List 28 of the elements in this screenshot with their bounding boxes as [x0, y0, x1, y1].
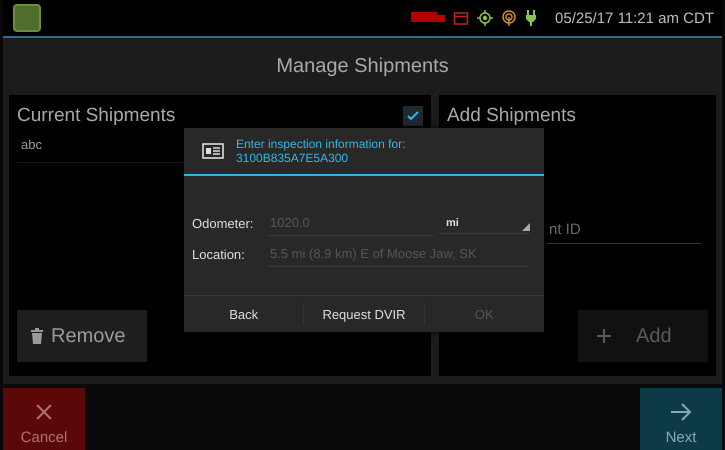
gps-icon: [477, 10, 494, 26]
remove-button[interactable]: Remove: [17, 310, 147, 362]
check-icon: [406, 109, 420, 123]
screen-title: Manage Shipments: [276, 55, 449, 78]
cancel-button[interactable]: Cancel: [3, 388, 85, 450]
dialog-button[interactable]: Back: [184, 303, 304, 325]
arrow-right-icon: [670, 403, 692, 421]
truck-icon: [411, 11, 446, 25]
id-card-icon: [202, 143, 224, 159]
select-all-checkbox[interactable]: [403, 106, 423, 126]
plug-icon: [525, 10, 538, 26]
location-label: Location:: [192, 246, 246, 262]
panel-heading: Add Shipments: [447, 105, 577, 127]
close-icon: [35, 403, 53, 421]
plus-icon: [596, 328, 612, 344]
dialog-title: Enter inspection information for:: [236, 137, 406, 151]
signal-icon: [501, 10, 518, 26]
trash-icon: [31, 328, 43, 344]
odometer-label: Odometer:: [192, 216, 254, 230]
dropdown-triangle-icon: [522, 223, 530, 231]
shipment-id-field[interactable]: nt ID: [547, 215, 701, 244]
dialog-subtitle: 3100B835A7E5A300: [236, 151, 350, 165]
unit-dropdown[interactable]: mi: [440, 212, 530, 234]
date-time: 05/25/17 11:21 am CDT: [555, 10, 714, 26]
box-icon: [453, 10, 470, 26]
next-button[interactable]: Next: [640, 388, 722, 450]
panel-heading: Current Shipments: [17, 105, 176, 127]
dialog-button[interactable]: Request DVIR: [304, 303, 425, 325]
